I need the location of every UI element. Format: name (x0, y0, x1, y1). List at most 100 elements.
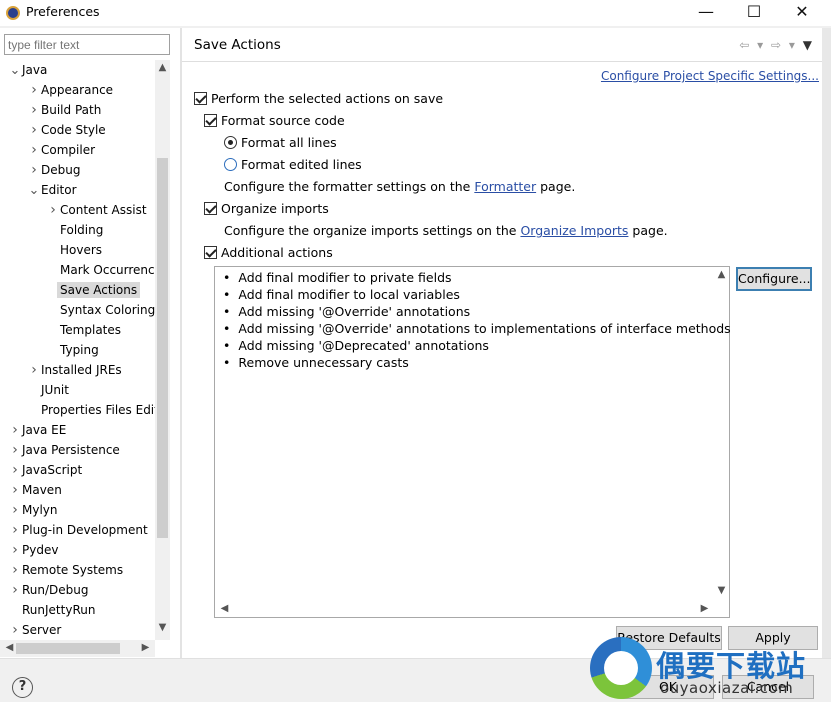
configure-project-settings-link[interactable]: Configure Project Specific Settings... (601, 69, 819, 83)
help-icon[interactable]: ? (12, 677, 33, 698)
chevron-right-icon[interactable]: › (27, 360, 41, 380)
tree-item[interactable]: › Server (8, 620, 61, 640)
chevron-right-icon[interactable]: › (8, 440, 22, 460)
tree-item[interactable]: › Java Persistence (8, 440, 120, 460)
list-horizontal-scrollbar[interactable]: ◀ ▶ (215, 601, 715, 617)
tree-item[interactable]: Hovers (46, 240, 102, 260)
organize-imports-checkbox[interactable]: Organize imports (204, 200, 329, 218)
chevron-right-icon[interactable]: › (27, 80, 41, 100)
checkbox-mark[interactable] (204, 114, 217, 127)
scroll-down-icon[interactable]: ▼ (155, 622, 170, 633)
tree-horizontal-scrollbar[interactable]: ◀ ▶ (0, 640, 155, 657)
format-source-checkbox[interactable]: Format source code (204, 112, 345, 130)
list-item[interactable]: Add missing '@Override' annotations (223, 303, 731, 320)
radio-mark[interactable] (224, 136, 237, 149)
scroll-right-icon[interactable]: ▶ (697, 603, 712, 614)
organize-imports-link[interactable]: Organize Imports (520, 223, 628, 238)
chevron-right-icon[interactable]: › (8, 460, 22, 480)
tree-item[interactable]: › Remote Systems (8, 560, 123, 580)
formatter-description: Configure the formatter settings on the … (224, 178, 575, 196)
scroll-left-icon[interactable]: ◀ (2, 642, 17, 653)
chevron-right-icon[interactable]: › (8, 520, 22, 540)
minimize-button[interactable]: — (683, 0, 729, 26)
scroll-left-icon[interactable]: ◀ (217, 603, 232, 614)
maximize-button[interactable]: ☐ (731, 0, 777, 26)
list-vertical-scrollbar[interactable]: ▲ ▼ (714, 267, 729, 601)
title-bar: Preferences — ☐ ✕ (0, 0, 831, 26)
tree-item[interactable]: Save Actions (46, 280, 141, 300)
chevron-right-icon[interactable]: › (8, 420, 22, 440)
tree-item[interactable]: › Appearance (27, 80, 113, 100)
chevron-right-icon[interactable]: › (8, 620, 22, 640)
checkbox-mark[interactable] (204, 202, 217, 215)
chevron-right-icon[interactable]: › (8, 560, 22, 580)
radio-mark[interactable] (224, 158, 237, 171)
tree-item-label: Run/Debug (22, 583, 89, 597)
formatter-link[interactable]: Formatter (474, 179, 536, 194)
scrollbar-thumb[interactable] (16, 643, 120, 654)
list-item[interactable]: Add final modifier to local variables (223, 286, 731, 303)
scrollbar-thumb[interactable] (157, 158, 168, 538)
chevron-down-icon[interactable]: ⌄ (27, 181, 41, 201)
chevron-right-icon[interactable]: › (27, 160, 41, 180)
tree-item[interactable]: › Plug-in Development (8, 520, 147, 540)
chevron-right-icon[interactable]: › (27, 120, 41, 140)
scroll-up-icon[interactable]: ▲ (714, 269, 729, 280)
tree-item[interactable]: ⌄ Editor (27, 180, 77, 200)
filter-input[interactable] (4, 34, 170, 55)
tree-item[interactable]: › Run/Debug (8, 580, 89, 600)
preference-navigation: ⌄Java›Appearance›Build Path›Code Style›C… (0, 28, 180, 658)
tree-item[interactable]: › Debug (27, 160, 80, 180)
window-edge (822, 28, 831, 658)
back-arrow-icon[interactable]: ⇦ ▾ (739, 38, 765, 52)
tree-item[interactable]: › Maven (8, 480, 62, 500)
tree-item[interactable]: Typing (46, 340, 99, 360)
view-menu-icon[interactable]: ▼ (803, 38, 814, 52)
forward-arrow-icon[interactable]: ⇨ ▾ (771, 38, 797, 52)
chevron-right-icon[interactable]: › (27, 140, 41, 160)
tree-item[interactable]: › Content Assist (46, 200, 146, 220)
tree-item[interactable]: JUnit (27, 380, 69, 400)
scroll-down-icon[interactable]: ▼ (714, 585, 729, 596)
chevron-right-icon[interactable]: › (8, 500, 22, 520)
chevron-right-icon[interactable]: › (46, 200, 60, 220)
format-all-lines-radio[interactable]: Format all lines (224, 134, 337, 152)
checkbox-mark[interactable] (204, 246, 217, 259)
tree-item[interactable]: ⌄ Java (8, 60, 48, 81)
configure-button[interactable]: Configure... (736, 267, 812, 291)
tree-item[interactable]: › Pydev (8, 540, 58, 560)
list-item[interactable]: Add missing '@Override' annotations to i… (223, 320, 730, 337)
chevron-right-icon[interactable]: › (8, 580, 22, 600)
additional-actions-checkbox[interactable]: Additional actions (204, 244, 333, 262)
tree-item[interactable]: › Build Path (27, 100, 101, 120)
list-item[interactable]: Add missing '@Deprecated' annotations (223, 337, 731, 354)
additional-actions-list[interactable]: Add final modifier to private fieldsAdd … (214, 266, 731, 618)
tree-item[interactable]: Properties Files Editor (27, 400, 155, 420)
chevron-down-icon[interactable]: ⌄ (8, 61, 22, 81)
tree-item-label: Code Style (41, 123, 106, 137)
tree-item[interactable]: › Java EE (8, 420, 66, 440)
tree-item[interactable]: Templates (46, 320, 121, 340)
tree-item[interactable]: RunJettyRun (8, 600, 95, 620)
chevron-right-icon[interactable]: › (27, 100, 41, 120)
tree-item[interactable]: › Installed JREs (27, 360, 121, 380)
list-item[interactable]: Remove unnecessary casts (223, 354, 731, 371)
tree-item[interactable]: Syntax Coloring (46, 300, 155, 320)
tree-item-label: Java EE (22, 423, 67, 437)
perform-actions-checkbox[interactable]: Perform the selected actions on save (194, 90, 443, 108)
tree-item[interactable]: Folding (46, 220, 103, 240)
list-item[interactable]: Add final modifier to private fields (223, 269, 731, 286)
scroll-right-icon[interactable]: ▶ (138, 642, 153, 653)
format-edited-lines-radio[interactable]: Format edited lines (224, 156, 362, 174)
scroll-up-icon[interactable]: ▲ (155, 62, 170, 73)
tree-item[interactable]: › Mylyn (8, 500, 57, 520)
chevron-right-icon[interactable]: › (8, 540, 22, 560)
tree-item[interactable]: › Code Style (27, 120, 106, 140)
tree-item[interactable]: Mark Occurrences (46, 260, 155, 280)
tree-vertical-scrollbar[interactable]: ▲ ▼ (155, 60, 170, 640)
tree-item[interactable]: › Compiler (27, 140, 95, 160)
chevron-right-icon[interactable]: › (8, 480, 22, 500)
tree-item[interactable]: › JavaScript (8, 460, 82, 480)
checkbox-mark[interactable] (194, 92, 207, 105)
close-button[interactable]: ✕ (779, 0, 825, 26)
